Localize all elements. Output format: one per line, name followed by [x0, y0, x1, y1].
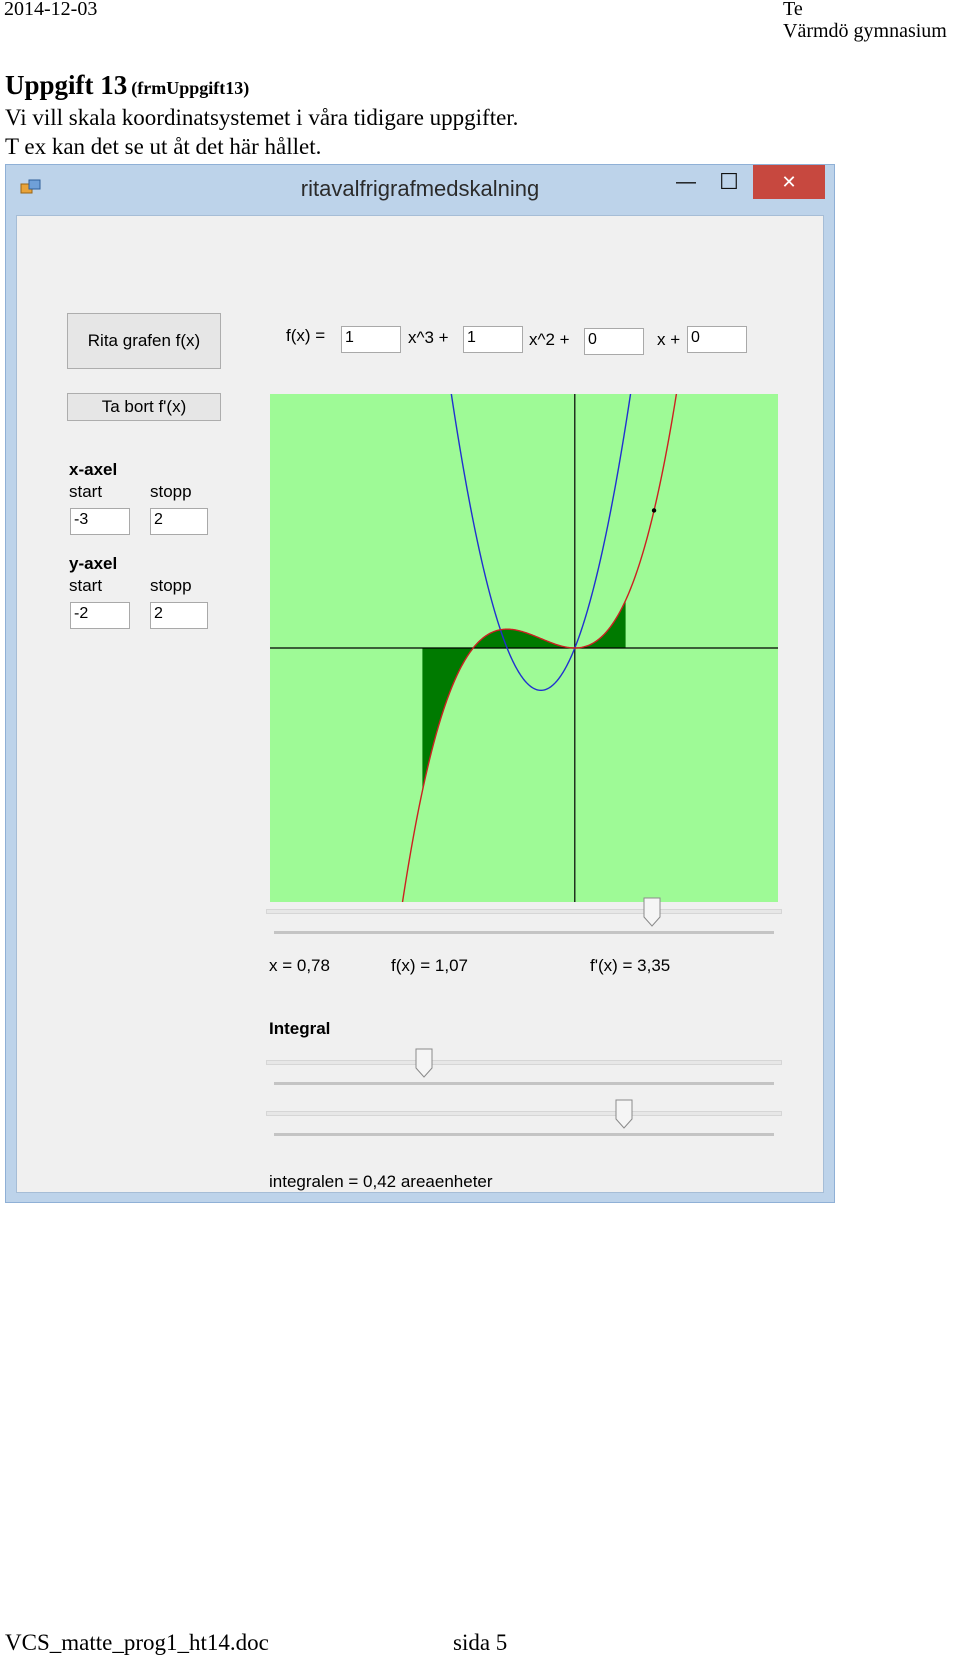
draw-graph-button[interactable]: Rita grafen f(x)	[67, 313, 221, 369]
y-stop-input[interactable]: 2	[150, 602, 208, 629]
coef-x2-input[interactable]: 1	[463, 326, 523, 353]
point-slider-thumb[interactable]	[643, 897, 661, 927]
coef-x1-input[interactable]: 0	[584, 328, 644, 355]
integral-to-track[interactable]	[266, 1111, 782, 1116]
point-slider-track[interactable]	[266, 909, 782, 914]
x1-label: x +	[657, 330, 681, 349]
x-stop-label: stopp	[150, 482, 192, 501]
task-heading: Uppgift 13 (frmUppgift13)	[5, 70, 249, 101]
y-stop-label: stopp	[150, 576, 192, 595]
task-line-2: T ex kan det se ut åt det här hållet.	[5, 134, 322, 159]
remove-derivative-button[interactable]: Ta bort f'(x)	[67, 393, 221, 421]
form-client-area: Rita grafen f(x) Ta bort f'(x) f(x) = 1 …	[16, 215, 824, 1193]
app-window: ritavalfrigrafmedskalning — ☐ ✕ Rita gra…	[5, 164, 835, 1203]
footer-filename: VCS_matte_prog1_ht14.doc	[5, 1630, 269, 1655]
footer-page: sida 5	[453, 1630, 508, 1655]
task-line-1: Vi vill skala koordinatsystemet i våra t…	[5, 105, 519, 130]
function-plot[interactable]	[270, 394, 778, 902]
x3-label: x^3 +	[408, 328, 449, 347]
integral-from-track[interactable]	[266, 1060, 782, 1065]
integral-to-ticks	[274, 1133, 774, 1136]
x-stop-input[interactable]: 2	[150, 508, 208, 535]
x2-label: x^2 +	[529, 330, 570, 349]
y-axis-heading: y-axel	[69, 554, 118, 573]
y-start-input[interactable]: -2	[70, 602, 130, 629]
coef-x3-input[interactable]: 1	[341, 326, 401, 353]
coef-x0-input[interactable]: 0	[687, 326, 747, 353]
y-start-label: start	[69, 576, 103, 595]
integral-from-thumb[interactable]	[415, 1048, 433, 1078]
close-button[interactable]: ✕	[753, 165, 825, 199]
dfx-readout: f'(x) = 3,35	[590, 956, 671, 975]
header-author: Te	[783, 0, 803, 20]
maximize-button[interactable]: ☐	[711, 165, 747, 199]
header-date: 2014-12-03	[4, 0, 98, 20]
title-bar[interactable]: ritavalfrigrafmedskalning — ☐ ✕	[6, 165, 834, 213]
integral-to-thumb[interactable]	[615, 1099, 633, 1129]
x-start-input[interactable]: -3	[70, 508, 130, 535]
x-start-label: start	[69, 482, 103, 501]
window-title: ritavalfrigrafmedskalning	[300, 176, 540, 201]
header-school: Värmdö gymnasium	[783, 20, 947, 42]
fx-label: f(x) =	[286, 326, 326, 345]
point-slider-ticks	[274, 931, 774, 934]
fx-readout: f(x) = 1,07	[391, 956, 469, 975]
x-axis-heading: x-axel	[69, 460, 118, 479]
minimize-button[interactable]: —	[668, 165, 704, 199]
integral-result: integralen = 0,42 areaenheter	[269, 1172, 493, 1191]
point-marker	[651, 508, 657, 513]
integral-heading: Integral	[269, 1019, 331, 1038]
task-title: Uppgift 13	[5, 70, 128, 100]
task-form-name: (frmUppgift13)	[131, 78, 250, 98]
integral-from-ticks	[274, 1082, 774, 1085]
x-readout: x = 0,78	[269, 956, 330, 975]
